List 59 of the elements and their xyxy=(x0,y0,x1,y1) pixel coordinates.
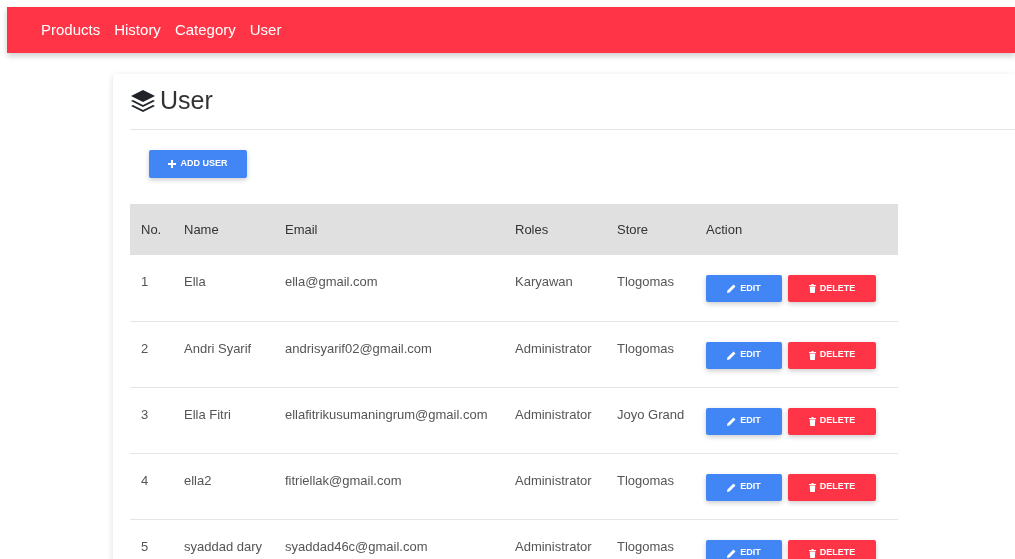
pencil-icon xyxy=(727,548,737,558)
edit-button[interactable]: EDIT xyxy=(706,341,782,369)
trash-icon xyxy=(808,350,816,360)
table-cell: Administrator xyxy=(515,406,592,422)
table-cell: Andri Syarif xyxy=(184,340,252,356)
table-cell: syaddad dary xyxy=(184,538,263,554)
table-cell: andrisyarif02@gmail.com xyxy=(285,340,432,356)
delete-button[interactable]: DELETE xyxy=(788,407,876,435)
table-cell: ella2 xyxy=(184,472,212,488)
pencil-icon xyxy=(727,482,737,492)
delete-button[interactable]: DELETE xyxy=(788,275,876,302)
layers-icon xyxy=(130,88,156,113)
trash-icon xyxy=(808,416,816,426)
nav-link[interactable]: User xyxy=(249,18,282,42)
pencil-icon xyxy=(727,350,737,360)
column-header: Store xyxy=(616,204,705,255)
pencil-icon xyxy=(727,284,737,293)
nav-link[interactable]: Category xyxy=(174,18,236,42)
edit-button[interactable]: EDIT xyxy=(706,473,782,501)
table-cell: Administrator xyxy=(515,340,592,356)
table-cell: syaddad46c@gmail.com xyxy=(285,538,428,554)
table-cell: 2 xyxy=(141,340,149,356)
table-cell: Tlogomas xyxy=(617,274,675,289)
table-cell: 4 xyxy=(141,472,149,488)
edit-button[interactable]: EDIT xyxy=(706,275,782,302)
table-cell: 5 xyxy=(141,538,149,554)
nav-link[interactable]: History xyxy=(114,18,161,42)
trash-icon xyxy=(808,482,816,492)
table-cell: Tlogomas xyxy=(617,472,675,488)
add-user-button[interactable]: ADD USER xyxy=(149,150,247,178)
table-cell: Ella Fitri xyxy=(184,406,231,422)
delete-button[interactable]: DELETE xyxy=(788,539,876,559)
table-cell: 1 xyxy=(141,274,149,289)
table-cell: ella@gmail.com xyxy=(285,274,378,289)
column-header: Name xyxy=(183,204,284,255)
table-cell: Joyo Grand xyxy=(617,406,685,422)
column-header: Email xyxy=(284,204,514,255)
trash-icon xyxy=(808,548,816,558)
table-cell: Ella xyxy=(184,274,206,289)
plus-icon xyxy=(168,160,177,168)
column-header: No. xyxy=(130,204,183,255)
edit-button[interactable]: EDIT xyxy=(706,539,782,559)
delete-button[interactable]: DELETE xyxy=(788,473,876,501)
table-cell: Tlogomas xyxy=(617,538,675,554)
table-cell: Administrator xyxy=(515,538,592,554)
table-cell: Tlogomas xyxy=(617,340,675,356)
pencil-icon xyxy=(727,416,737,426)
table-cell: 3 xyxy=(141,406,149,422)
edit-button[interactable]: EDIT xyxy=(706,407,782,435)
table-cell: fitriellak@gmail.com xyxy=(285,472,402,488)
trash-icon xyxy=(808,284,816,293)
page-title: User xyxy=(160,88,213,113)
column-header: Roles xyxy=(514,204,616,255)
nav-link[interactable]: Products xyxy=(41,18,101,42)
column-header: Action xyxy=(705,204,898,255)
table-cell: Karyawan xyxy=(515,274,573,289)
table-cell: Administrator xyxy=(515,472,592,488)
table-cell: ellafitrikusumaningrum@gmail.com xyxy=(285,406,488,422)
delete-button[interactable]: DELETE xyxy=(788,341,876,369)
